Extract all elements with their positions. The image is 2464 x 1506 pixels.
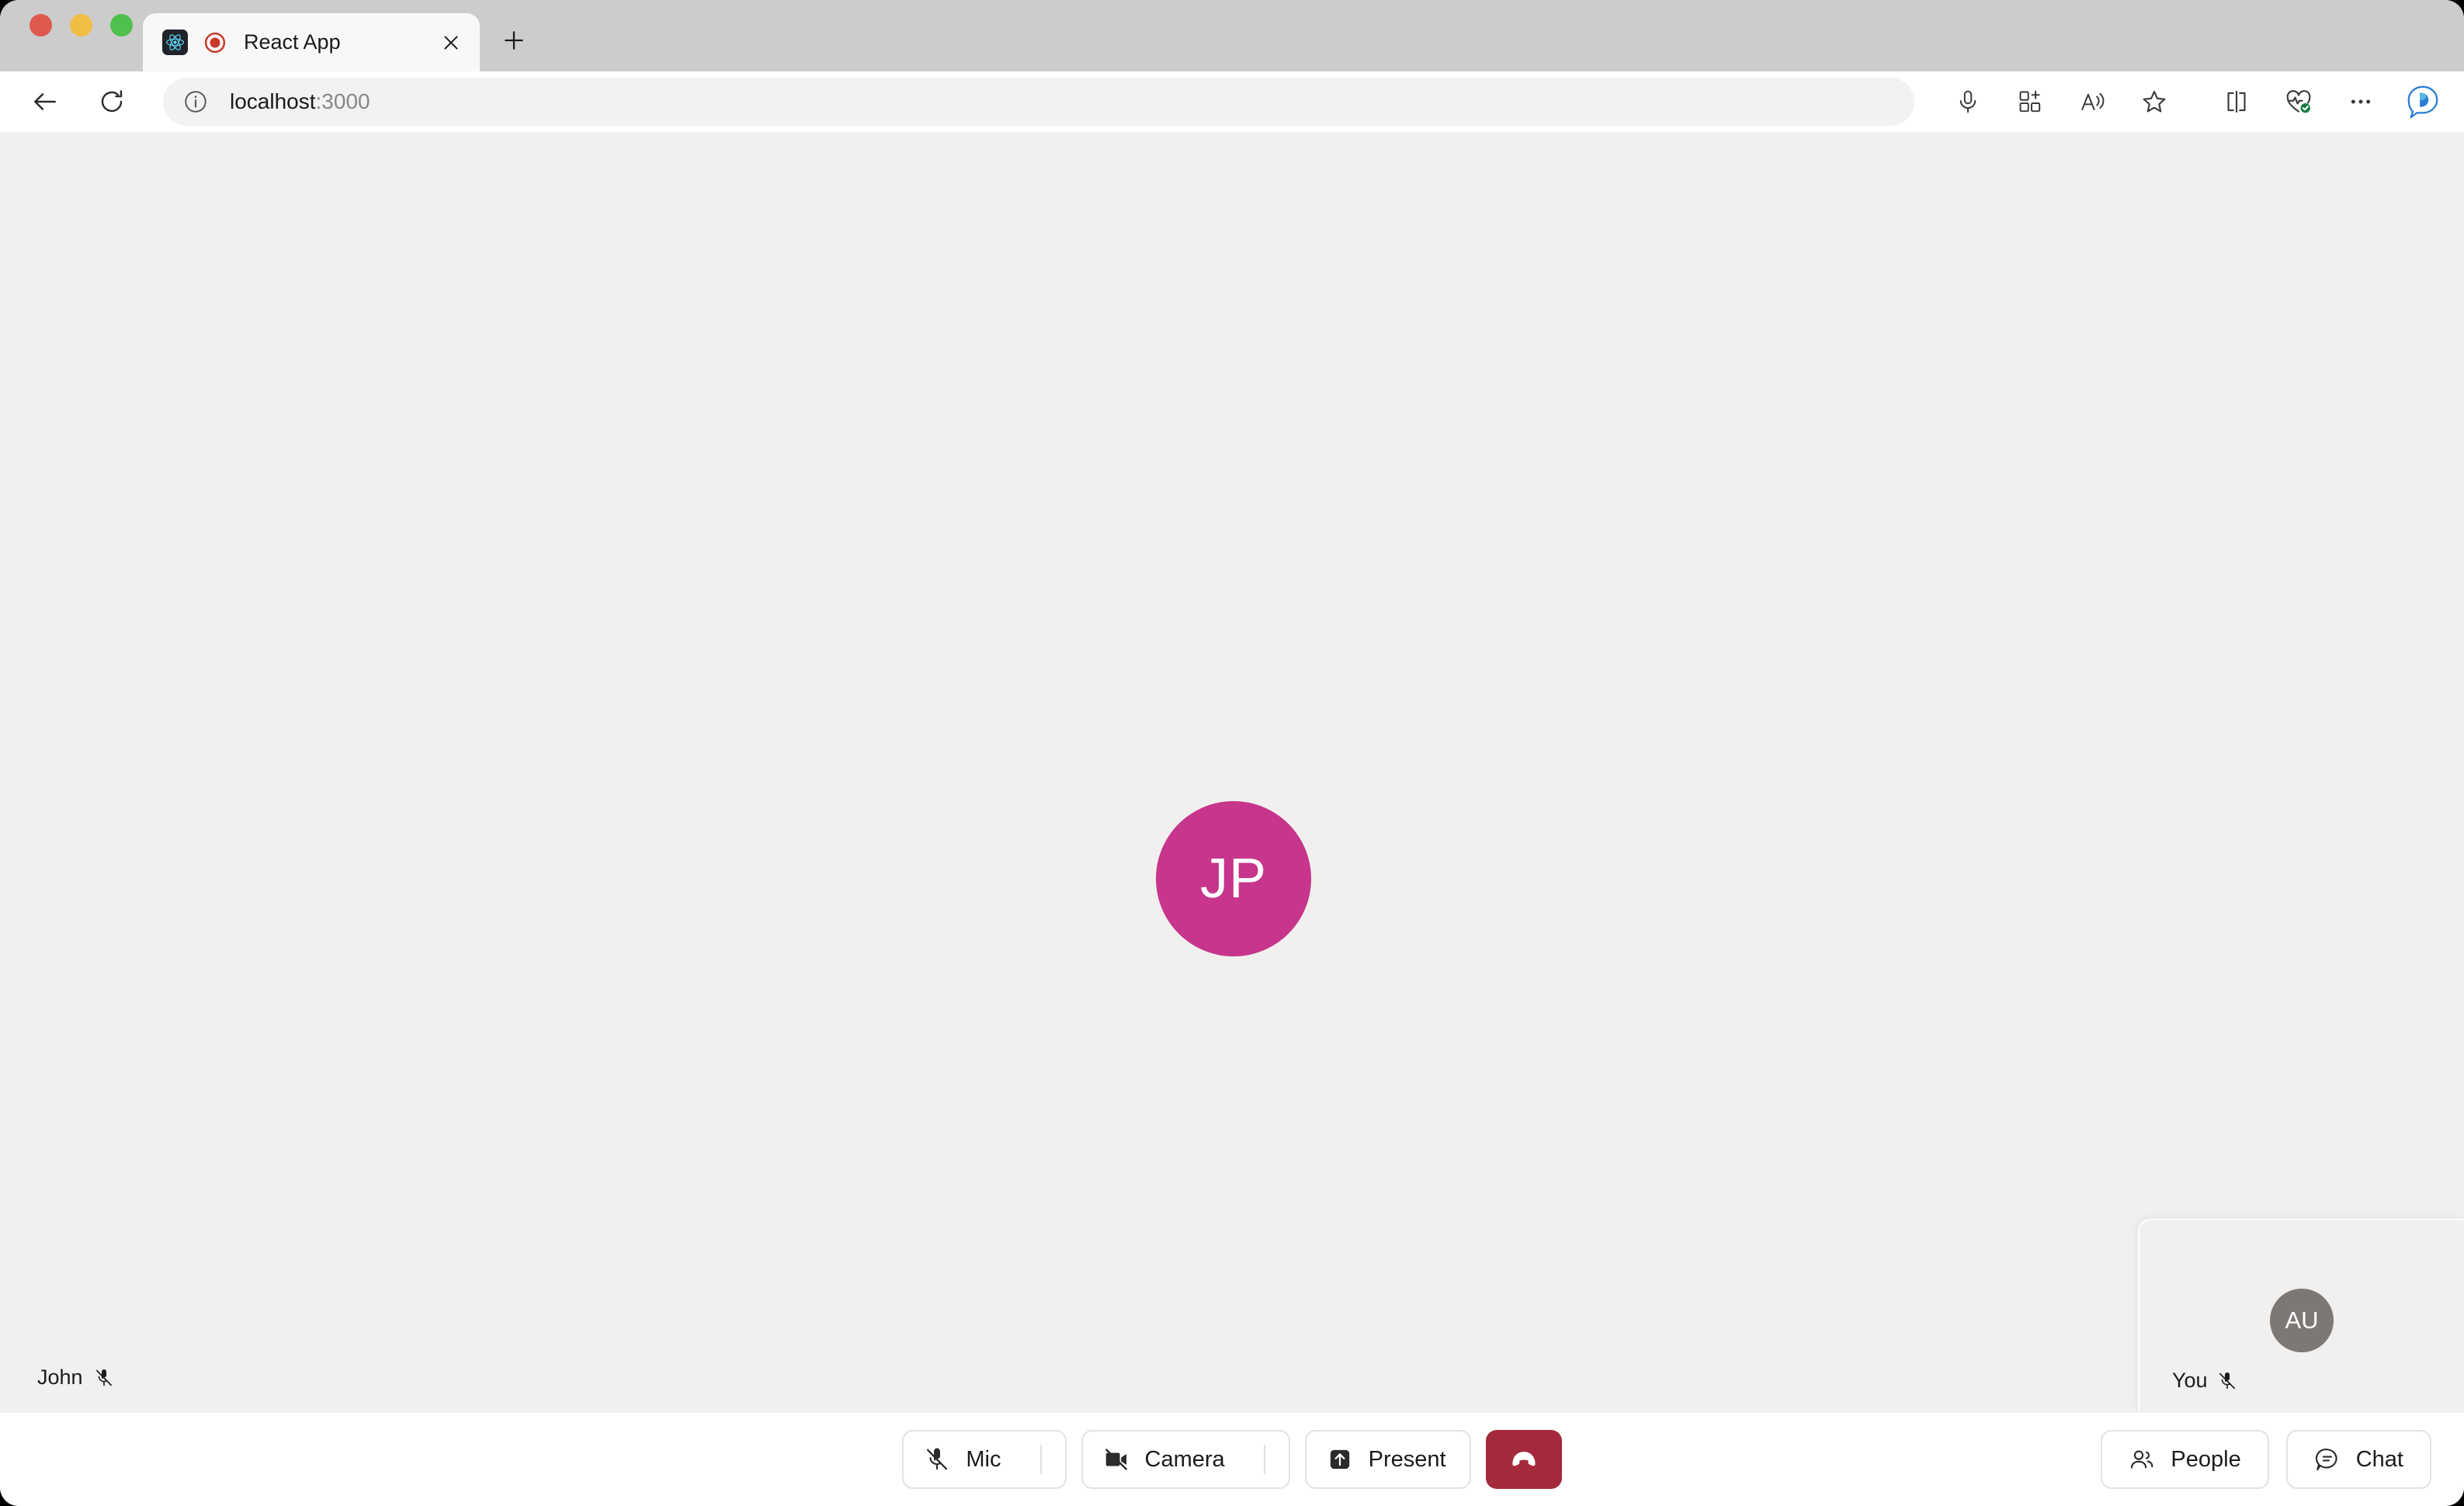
- present-up-arrow-icon: [1327, 1446, 1353, 1473]
- hangup-phone-icon: [1509, 1445, 1539, 1474]
- collections-add-icon[interactable]: [2006, 78, 2054, 126]
- mic-button-label: Mic: [966, 1446, 1001, 1472]
- url-host: localhost: [230, 89, 316, 113]
- plus-icon[interactable]: [492, 19, 536, 62]
- mic-button[interactable]: Mic: [902, 1430, 1067, 1489]
- url-port: :3000: [315, 89, 370, 113]
- arrow-left-icon[interactable]: [22, 78, 68, 125]
- reload-icon[interactable]: [88, 78, 135, 125]
- mic-off-icon: [94, 1368, 114, 1388]
- microphone-icon[interactable]: [1944, 78, 1992, 126]
- people-button-label: People: [2171, 1446, 2241, 1472]
- meeting-stage: JP John AU You: [0, 132, 2464, 1413]
- window-maximize-button[interactable]: [110, 13, 133, 36]
- toolbar-actions: [1930, 78, 2447, 126]
- react-logo-icon: [162, 29, 188, 55]
- present-button-label: Present: [1368, 1446, 1446, 1472]
- main-participant-initials: JP: [1199, 848, 1268, 910]
- call-control-bar: Mic Camera Present People Chat: [0, 1413, 2464, 1506]
- browser-toolbar: localhost:3000: [0, 71, 2464, 132]
- camera-button-label: Camera: [1144, 1446, 1225, 1472]
- tab-strip: React App: [0, 0, 2464, 71]
- avatar: JP: [1156, 801, 1311, 956]
- browser-essentials-icon[interactable]: [2275, 78, 2323, 126]
- tab-title: React App: [244, 30, 341, 54]
- mic-off-icon: [924, 1446, 950, 1473]
- call-controls-center: Mic Camera Present: [902, 1430, 1562, 1489]
- avatar: AU: [2270, 1289, 2334, 1352]
- chat-button[interactable]: Chat: [2285, 1430, 2431, 1489]
- self-view-label: You: [2172, 1369, 2237, 1393]
- close-icon[interactable]: [433, 25, 469, 61]
- chat-button-label: Chat: [2355, 1446, 2403, 1472]
- split-screen-icon[interactable]: [2212, 78, 2261, 126]
- traffic-lights: [0, 0, 133, 71]
- camera-split-divider: [1263, 1445, 1265, 1474]
- people-icon: [2129, 1446, 2155, 1473]
- copilot-icon[interactable]: [2399, 78, 2447, 126]
- camera-button[interactable]: Camera: [1081, 1430, 1290, 1489]
- self-view-initials: AU: [2285, 1306, 2319, 1334]
- self-view-tile[interactable]: AU You: [2138, 1219, 2464, 1413]
- info-circle-icon[interactable]: [179, 85, 213, 119]
- present-button[interactable]: Present: [1304, 1430, 1471, 1489]
- mic-off-icon: [2217, 1371, 2237, 1391]
- call-controls-right: People Chat: [2101, 1430, 2431, 1489]
- mic-split-divider: [1039, 1445, 1042, 1474]
- read-aloud-icon[interactable]: [2068, 78, 2116, 126]
- browser-window: React App localhost:3000 JP John AU You …: [0, 0, 2464, 1506]
- main-participant-label: John: [37, 1365, 114, 1390]
- favorite-star-icon[interactable]: [2130, 78, 2178, 126]
- camera-off-icon: [1103, 1446, 1130, 1473]
- main-participant-name: John: [37, 1365, 83, 1389]
- window-minimize-button[interactable]: [70, 13, 92, 36]
- people-button[interactable]: People: [2101, 1430, 2269, 1489]
- browser-tab-react-app[interactable]: React App: [143, 13, 480, 71]
- hangup-button[interactable]: [1485, 1430, 1562, 1489]
- more-options-icon[interactable]: [2337, 78, 2385, 126]
- window-close-button[interactable]: [29, 13, 52, 36]
- recording-dot-icon[interactable]: [202, 29, 228, 56]
- address-bar[interactable]: localhost:3000: [163, 78, 1914, 126]
- address-bar-url: localhost:3000: [230, 89, 370, 114]
- chat-bubble-icon: [2314, 1446, 2341, 1473]
- self-view-name: You: [2172, 1369, 2208, 1392]
